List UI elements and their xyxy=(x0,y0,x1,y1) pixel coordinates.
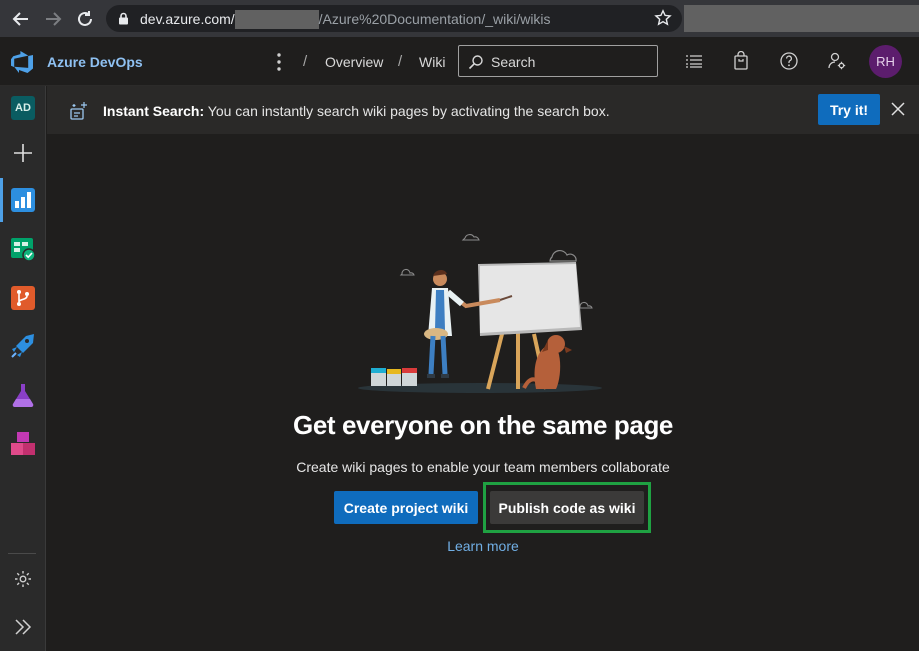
help-icon[interactable] xyxy=(779,51,799,71)
url-host: dev.azure.com/ xyxy=(140,11,235,27)
avatar[interactable]: RH xyxy=(869,45,902,78)
overview-icon[interactable] xyxy=(0,178,46,222)
breadcrumb-wiki[interactable]: Wiki xyxy=(419,54,445,70)
project-settings-gear-icon[interactable] xyxy=(0,557,46,601)
banner-body: You can instantly search wiki pages by a… xyxy=(204,103,610,119)
search-placeholder: Search xyxy=(491,54,536,70)
task-list-icon[interactable] xyxy=(684,51,704,71)
page-subtitle: Create wiki pages to enable your team me… xyxy=(296,459,670,475)
extensions-redacted xyxy=(684,5,919,32)
url-redacted xyxy=(234,9,319,29)
cloud-icon xyxy=(549,249,577,262)
page-title: Get everyone on the same page xyxy=(293,410,673,440)
search-icon xyxy=(468,55,483,70)
close-icon[interactable] xyxy=(890,101,906,117)
breadcrumb-separator: / xyxy=(398,53,403,70)
left-navigation: AD xyxy=(0,86,46,651)
user-settings-icon[interactable] xyxy=(827,51,847,71)
try-it-button[interactable]: Try it! xyxy=(818,94,880,125)
repos-icon[interactable] xyxy=(0,276,46,320)
more-options-icon[interactable] xyxy=(272,50,286,74)
marketplace-bag-icon[interactable] xyxy=(731,51,751,71)
boards-icon[interactable] xyxy=(0,227,46,271)
address-bar[interactable]: dev.azure.com/ /Azure%20Documentation/_wi… xyxy=(106,5,682,32)
back-icon[interactable] xyxy=(10,8,32,30)
banner-message: Instant Search: You can instantly search… xyxy=(103,103,610,119)
dog-figure xyxy=(522,335,572,389)
cloud-icon xyxy=(399,268,415,276)
paint-buckets xyxy=(371,368,417,386)
sparkle-search-icon xyxy=(70,102,87,120)
easel xyxy=(478,262,582,390)
rail-divider xyxy=(8,553,36,554)
app-header: Azure DevOps / Overview / Wiki Search RH xyxy=(0,37,919,86)
publish-code-as-wiki-button[interactable]: Publish code as wiki xyxy=(490,491,644,524)
add-icon[interactable] xyxy=(0,131,46,175)
project-badge[interactable]: AD xyxy=(0,86,46,130)
forward-icon[interactable] xyxy=(42,8,64,30)
reload-icon[interactable] xyxy=(74,8,96,30)
url-path: /Azure%20Documentation/_wiki/wikis xyxy=(318,11,551,27)
lock-icon xyxy=(119,12,128,25)
breadcrumb-separator: / xyxy=(303,53,308,70)
browser-toolbar: dev.azure.com/ /Azure%20Documentation/_wi… xyxy=(0,0,919,37)
cloud-icon xyxy=(577,301,593,309)
cloud-icon xyxy=(461,234,480,241)
brand-name[interactable]: Azure DevOps xyxy=(47,54,143,70)
breadcrumb-overview[interactable]: Overview xyxy=(325,54,383,70)
banner-title: Instant Search: xyxy=(103,103,205,119)
search-input[interactable]: Search xyxy=(458,45,658,77)
instant-search-banner: Instant Search: You can instantly search… xyxy=(47,86,919,134)
azure-devops-logo-icon[interactable] xyxy=(11,50,35,74)
expand-chevrons-icon[interactable] xyxy=(0,605,46,649)
url-text: dev.azure.com/ /Azure%20Documentation/_wi… xyxy=(140,9,551,29)
create-project-wiki-button[interactable]: Create project wiki xyxy=(334,491,478,524)
bookmark-star-icon[interactable] xyxy=(654,9,672,27)
test-plans-icon[interactable] xyxy=(0,373,46,417)
painter-illustration xyxy=(358,234,602,393)
artifacts-icon[interactable] xyxy=(0,422,46,466)
pipelines-icon[interactable] xyxy=(0,324,46,368)
learn-more-link[interactable]: Learn more xyxy=(47,538,919,554)
project-initials: AD xyxy=(11,96,35,120)
